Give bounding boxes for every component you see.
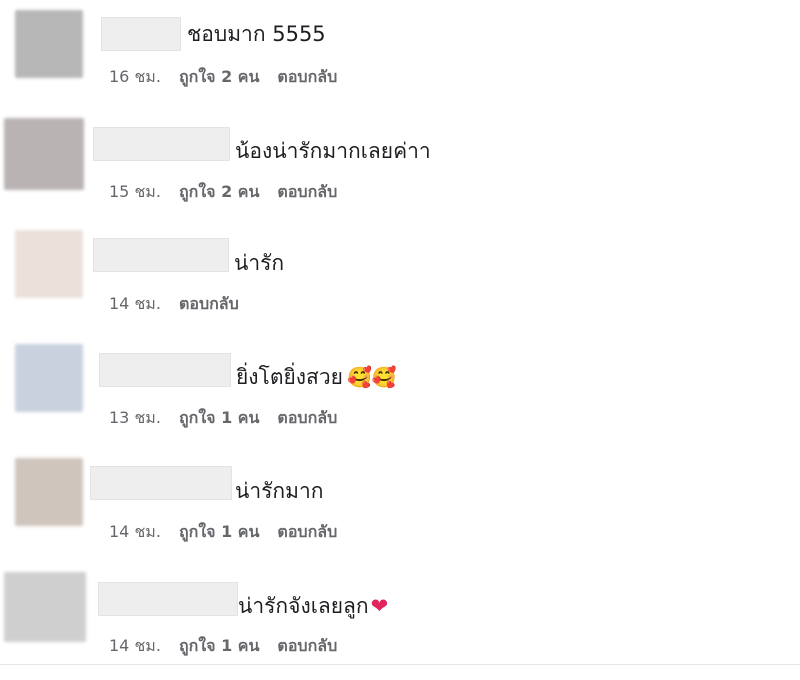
comment-text: น่ารักจังเลยลูก❤ [238,589,388,623]
reply-button[interactable]: ตอบกลับ [277,522,337,541]
comment-time[interactable]: 16 ชม. [109,67,161,86]
avatar[interactable] [15,344,83,412]
commenter-name-blurred[interactable] [98,582,238,616]
avatar[interactable] [15,10,83,78]
likes-count[interactable]: ถูกใจ 2 คน [179,67,259,86]
comment-text-body: น่ารักจังเลยลูก [238,594,369,618]
comment-meta: 14 ชม. ถูกใจ 1 คน ตอบกลับ [109,635,337,657]
commenter-name-blurred[interactable] [90,466,232,500]
avatar[interactable] [4,118,84,190]
heart-icon: ❤ [370,594,389,618]
comment-time[interactable]: 14 ชม. [109,636,161,655]
comment-text: ยิ่งโตยิ่งสวย 🥰🥰 [236,360,397,394]
comment-meta: 14 ชม. ตอบกลับ [109,293,239,315]
comment-text: น้องน่ารักมากเลยค่าา [235,139,431,163]
comment-time[interactable]: 14 ชม. [109,522,161,541]
commenter-name-blurred[interactable] [101,17,181,51]
commenter-name-blurred[interactable] [93,238,229,272]
divider [0,664,800,665]
reply-button[interactable]: ตอบกลับ [179,294,239,313]
likes-count[interactable]: ถูกใจ 2 คน [179,182,259,201]
comment-text: น่ารัก [234,251,285,275]
comment-meta: 13 ชม. ถูกใจ 1 คน ตอบกลับ [109,407,337,429]
comment-item: ชอบมาก 5555 16 ชม. ถูกใจ 2 คน ตอบกลับ [0,0,800,112]
comment-meta: 14 ชม. ถูกใจ 1 คน ตอบกลับ [109,521,337,543]
likes-count[interactable]: ถูกใจ 1 คน [179,636,259,655]
avatar[interactable] [15,458,83,526]
comment-meta: 16 ชม. ถูกใจ 2 คน ตอบกลับ [109,66,337,88]
likes-count[interactable]: ถูกใจ 1 คน [179,522,259,541]
comment-time[interactable]: 14 ชม. [109,294,161,313]
comment-time[interactable]: 13 ชม. [109,408,161,427]
comment-time[interactable]: 15 ชม. [109,182,161,201]
commenter-name-blurred[interactable] [99,353,231,387]
likes-count[interactable]: ถูกใจ 1 คน [179,408,259,427]
reply-button[interactable]: ตอบกลับ [277,67,337,86]
avatar[interactable] [4,572,86,642]
smiling-face-hearts-icon: 🥰🥰 [346,365,397,389]
comment-text: น่ารักมาก [235,479,324,503]
comment-text-body: ยิ่งโตยิ่งสวย [236,365,343,389]
comment-item: น่ารักมาก 14 ชม. ถูกใจ 1 คน ตอบกลับ [0,454,800,566]
reply-button[interactable]: ตอบกลับ [277,408,337,427]
reply-button[interactable]: ตอบกลับ [277,636,337,655]
comment-item: น้องน่ารักมากเลยค่าา 15 ชม. ถูกใจ 2 คน ตอบ… [0,114,800,226]
reply-button[interactable]: ตอบกลับ [277,182,337,201]
avatar[interactable] [15,230,83,298]
comment-item: น่ารัก 14 ชม. ตอบกลับ [0,226,800,338]
commenter-name-blurred[interactable] [93,127,230,161]
comment-meta: 15 ชม. ถูกใจ 2 คน ตอบกลับ [109,181,337,203]
comment-text: ชอบมาก 5555 [187,22,326,46]
comment-item: ยิ่งโตยิ่งสวย 🥰🥰 13 ชม. ถูกใจ 1 คน ตอบกลับ [0,340,800,452]
